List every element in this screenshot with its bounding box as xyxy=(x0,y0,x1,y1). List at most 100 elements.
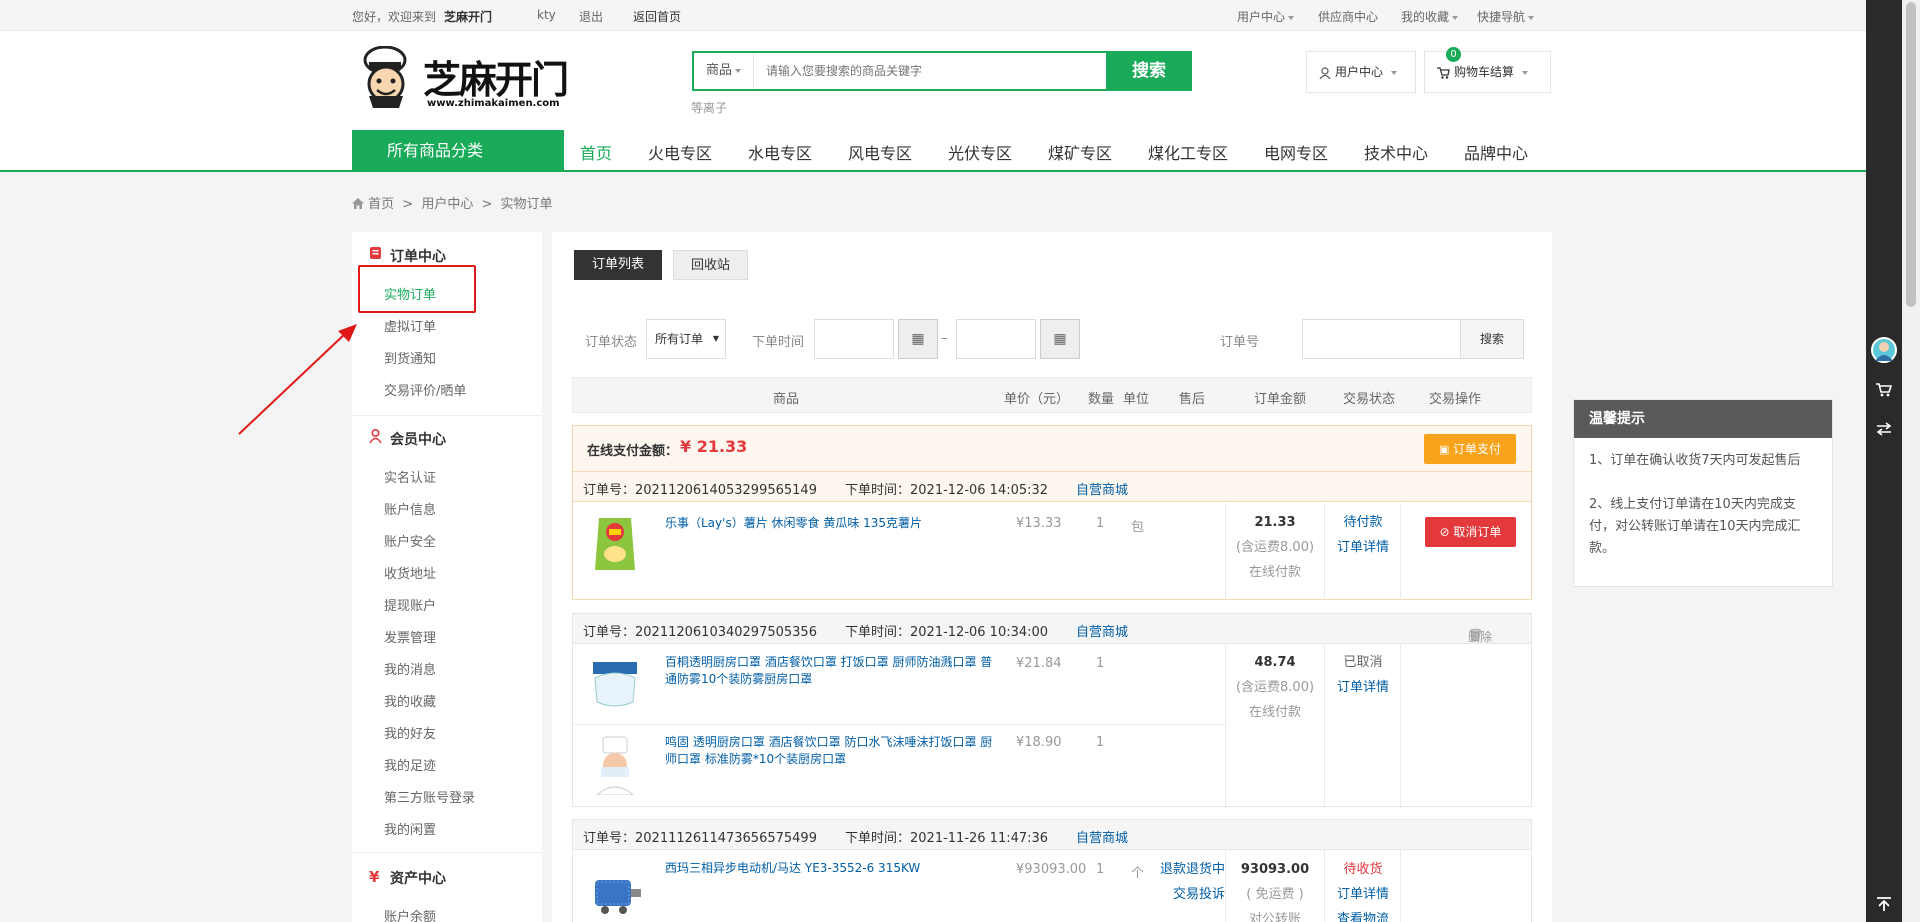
nav-tech-center[interactable]: 技术中心 xyxy=(1364,140,1428,164)
annotation-arrow-icon xyxy=(238,324,357,435)
column-divider xyxy=(1324,644,1325,808)
pay-amount: ¥ 21.33 xyxy=(680,437,748,456)
nav-coal-mine[interactable]: 煤矿专区 xyxy=(1048,140,1112,164)
ban-icon: ⊘ xyxy=(1439,525,1454,539)
product-image[interactable] xyxy=(585,860,645,920)
topbar-supplier-center[interactable]: 供应商中心 xyxy=(1318,8,1378,25)
cart-button[interactable]: 购物车结算 xyxy=(1424,51,1551,93)
order-number-label: 订单号 xyxy=(1220,335,1260,350)
shop-link[interactable]: 自营商城 xyxy=(1076,479,1128,498)
order-time: 下单时间：2021-11-26 11:47:36 xyxy=(845,831,1049,846)
search-button[interactable]: 搜索 xyxy=(1106,51,1192,91)
sidebar-item-real-name[interactable]: 实名认证 xyxy=(384,467,436,486)
chevron-down-icon xyxy=(1452,15,1459,20)
order-center-icon xyxy=(369,246,382,264)
tab-order-list[interactable]: 订单列表 xyxy=(574,250,662,280)
nav-coal-chemical[interactable]: 煤化工专区 xyxy=(1148,140,1228,164)
site-name-link[interactable]: 芝麻开门 xyxy=(444,8,492,25)
order-detail-link[interactable]: 订单详情 xyxy=(1337,680,1389,695)
breadcrumb: 首页 > 用户中心 > 实物订单 xyxy=(352,193,553,212)
sidebar-item-messages[interactable]: 我的消息 xyxy=(384,659,436,678)
order-amount: 48.74 xyxy=(1254,655,1296,670)
sidebar-item-account-info[interactable]: 账户信息 xyxy=(384,499,436,518)
sidebar-item-balance[interactable]: 账户余额 xyxy=(384,906,436,922)
product-quantity: 1 xyxy=(1096,735,1105,750)
nav-brand-center[interactable]: 品牌中心 xyxy=(1464,140,1528,164)
complaint-link[interactable]: 交易投诉 xyxy=(1173,887,1225,902)
sidebar-item-virtual-orders[interactable]: 虚拟订单 xyxy=(384,316,436,335)
tab-recycle-bin[interactable]: 回收站 xyxy=(673,250,748,280)
topbar-quick-nav[interactable]: 快捷导航 xyxy=(1477,8,1535,25)
breadcrumb-current: 实物订单 xyxy=(500,197,553,212)
calendar-icon[interactable]: ▦ xyxy=(898,319,938,359)
order-number-input[interactable] xyxy=(1302,319,1462,359)
logistics-link[interactable]: 查看物流 xyxy=(1337,912,1389,922)
product-name-link[interactable]: 乐事（Lay's）薯片 休闲零食 黄瓜味 135克薯片 xyxy=(665,515,995,532)
refund-status-link[interactable]: 退款退货中 xyxy=(1160,862,1225,877)
nav-photovoltaic[interactable]: 光伏专区 xyxy=(948,140,1012,164)
product-image[interactable] xyxy=(585,654,645,714)
chevron-down-icon xyxy=(735,68,742,73)
nav-home[interactable]: 首页 xyxy=(580,140,612,164)
hot-search-word[interactable]: 等离子 xyxy=(691,99,727,116)
wallet-icon: ▣ xyxy=(1439,443,1453,456)
product-image[interactable] xyxy=(585,735,645,796)
nav-power-grid[interactable]: 电网专区 xyxy=(1264,140,1328,164)
back-to-top-icon[interactable] xyxy=(1876,896,1892,916)
avatar[interactable] xyxy=(1871,337,1897,363)
start-date-input[interactable] xyxy=(814,319,894,359)
order-status: 已取消 xyxy=(1343,655,1383,670)
sidebar-item-friends[interactable]: 我的好友 xyxy=(384,723,436,742)
sidebar-item-arrival-notice[interactable]: 到货通知 xyxy=(384,348,436,367)
cancel-order-button[interactable]: ⊘ 取消订单 xyxy=(1425,517,1516,547)
sidebar-item-withdraw-account[interactable]: 提现账户 xyxy=(384,595,436,614)
sidebar-item-account-security[interactable]: 账户安全 xyxy=(384,531,436,550)
product-name-link[interactable]: 鸣固 透明厨房口罩 酒店餐饮口罩 防口水飞沫唾沫打饭口罩 厨师口罩 标准防雾*1… xyxy=(665,734,995,768)
shop-link[interactable]: 自营商城 xyxy=(1076,827,1128,846)
search-category-select[interactable]: 商品 xyxy=(694,53,754,89)
product-name-link[interactable]: 西玛三相异步电动机/马达 YE3-3552-6 315KW xyxy=(665,860,995,877)
all-categories-button[interactable]: 所有商品分类 xyxy=(352,130,564,171)
tips-title: 温馨提示 xyxy=(1574,400,1832,438)
order-pay-button[interactable]: ▣ 订单支付 xyxy=(1424,434,1516,464)
sidebar-item-addresses[interactable]: 收货地址 xyxy=(384,563,436,582)
logout-link[interactable]: 退出 xyxy=(579,8,603,25)
sidebar-item-invoices[interactable]: 发票管理 xyxy=(384,627,436,646)
topbar-user-center[interactable]: 用户中心 xyxy=(1237,8,1295,25)
return-home-link[interactable]: 返回首页 xyxy=(633,8,681,25)
user-center-button[interactable]: 用户中心 xyxy=(1306,51,1416,93)
nav-thermal-power[interactable]: 火电专区 xyxy=(648,140,712,164)
scrollbar-thumb[interactable] xyxy=(1906,2,1916,307)
cart-icon[interactable] xyxy=(1876,383,1893,401)
search-input[interactable] xyxy=(756,53,1106,89)
top-bar: 您好，欢迎来到 芝麻开门 kty 退出 返回首页 用户中心 供应商中心 我的收藏… xyxy=(0,0,1866,31)
end-date-input[interactable] xyxy=(956,319,1036,359)
sidebar-item-reviews[interactable]: 交易评价/晒单 xyxy=(384,380,466,399)
order-detail-link[interactable]: 订单详情 xyxy=(1337,887,1389,902)
product-image[interactable] xyxy=(585,514,645,574)
breadcrumb-user-center[interactable]: 用户中心 xyxy=(421,197,473,212)
sidebar-item-footprints[interactable]: 我的足迹 xyxy=(384,755,436,774)
shop-link[interactable]: 自营商城 xyxy=(1076,621,1128,640)
username-link[interactable]: kty xyxy=(537,8,556,22)
sidebar-item-idle-items[interactable]: 我的闲置 xyxy=(384,819,436,838)
order-detail-link[interactable]: 订单详情 xyxy=(1337,540,1389,555)
annotation-highlight-box xyxy=(358,265,476,313)
col-after-sale: 售后 xyxy=(1179,392,1206,407)
breadcrumb-home[interactable]: 首页 xyxy=(368,197,394,212)
sidebar-item-third-party-login[interactable]: 第三方账号登录 xyxy=(384,787,475,806)
site-logo[interactable]: 芝麻开门 www.zhimakaimen.com xyxy=(363,45,569,111)
order-status-select[interactable]: 所有订单 ▼ xyxy=(646,319,726,359)
filter-search-button[interactable]: 搜索 xyxy=(1460,319,1524,359)
nav-hydro-power[interactable]: 水电专区 xyxy=(748,140,812,164)
topbar-favorites[interactable]: 我的收藏 xyxy=(1401,8,1459,25)
product-name-link[interactable]: 百桐透明厨房口罩 酒店餐饮口罩 打饭口罩 厨师防油溅口罩 普通防雾10个装防雾厨… xyxy=(665,654,995,688)
calendar-icon[interactable]: ▦ xyxy=(1040,319,1080,359)
column-divider xyxy=(1400,503,1401,601)
order-header: 订单号：2021120610340297505356 下单时间：2021-12-… xyxy=(573,614,1531,644)
sidebar-item-favorites[interactable]: 我的收藏 xyxy=(384,691,436,710)
row-divider xyxy=(573,724,1225,725)
product-unit: 包 xyxy=(1131,520,1145,535)
compare-icon[interactable] xyxy=(1876,422,1892,440)
nav-wind-power[interactable]: 风电专区 xyxy=(848,140,912,164)
